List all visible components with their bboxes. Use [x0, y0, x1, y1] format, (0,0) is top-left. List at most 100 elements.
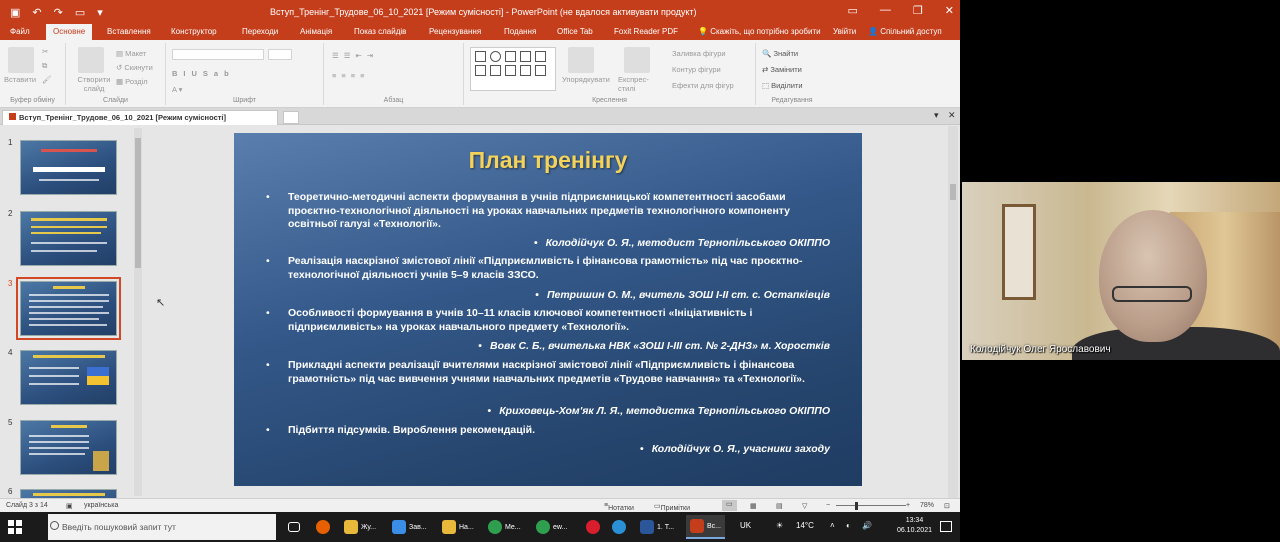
tab-foxit-reader[interactable]: Foxit Reader PDF: [614, 27, 678, 36]
triangle-shape-icon[interactable]: [475, 65, 486, 76]
taskbar-app[interactable]: [316, 515, 333, 539]
slide-thumbnail[interactable]: [20, 420, 117, 475]
slide-sorter-icon[interactable]: ▦: [750, 502, 757, 510]
font-color-icon[interactable]: A ▾: [172, 85, 182, 94]
undo-icon[interactable]: ↶: [32, 6, 41, 19]
windows-start-icon[interactable]: [8, 520, 22, 534]
taskbar-app[interactable]: 1. Т...: [640, 515, 674, 539]
maximize-icon[interactable]: ❐: [913, 4, 923, 17]
ribbon-display-icon[interactable]: ▭: [848, 4, 858, 17]
network-icon[interactable]: ◐: [846, 521, 851, 530]
oval-shape-icon[interactable]: [490, 51, 501, 62]
tab-list-icon[interactable]: ▾: [934, 110, 939, 121]
tray-expand-icon[interactable]: ˄: [830, 521, 835, 530]
weather-icon[interactable]: ☀: [776, 521, 783, 530]
taskbar-app[interactable]: ew...: [536, 515, 567, 539]
tab-close-icon[interactable]: ✕: [948, 110, 956, 121]
curve-shape-icon[interactable]: [535, 65, 546, 76]
edit-scrollbar-thumb[interactable]: [950, 184, 956, 200]
shape-outline-button[interactable]: Контур фігури: [672, 65, 721, 74]
quick-styles-button[interactable]: Експрес-стилі: [618, 75, 658, 93]
paste-icon[interactable]: [8, 47, 34, 73]
arrange-button[interactable]: Упорядкувати: [562, 75, 610, 84]
brace-shape-icon[interactable]: [520, 65, 531, 76]
taskbar-app[interactable]: Зав...: [392, 515, 427, 539]
weather-temperature[interactable]: 14°C: [796, 521, 814, 530]
tab-review[interactable]: Рецензування: [429, 27, 481, 36]
tab-insert[interactable]: Вставлення: [107, 27, 151, 36]
format-painter-icon[interactable]: 🖌: [42, 75, 52, 84]
reset-button[interactable]: ↺ Скинути: [116, 63, 153, 72]
sign-in-link[interactable]: Увійти: [833, 27, 856, 36]
document-tab[interactable]: Вступ_Тренінг_Трудове_06_10_2021 [Режим …: [2, 110, 278, 125]
reading-view-icon[interactable]: ▤: [776, 502, 783, 510]
slideshow-icon[interactable]: ▭: [75, 6, 85, 19]
slide-thumbnail-selected[interactable]: [16, 277, 121, 340]
tab-transitions[interactable]: Переходи: [242, 27, 278, 36]
tab-home[interactable]: Основне: [46, 24, 93, 40]
section-button[interactable]: ▦ Розділ: [116, 77, 148, 86]
arrange-icon[interactable]: [568, 47, 594, 73]
shape-fill-button[interactable]: Заливка фігури: [672, 49, 726, 58]
taskbar-app-active[interactable]: Вс...: [686, 515, 726, 539]
tell-me-search[interactable]: 💡 Скажіть, що потрібно зробити: [698, 27, 821, 36]
zoom-in-icon[interactable]: +: [906, 502, 910, 509]
taskbar-clock[interactable]: 13:34 06.10.2021: [897, 516, 932, 536]
line-shape-icon[interactable]: [535, 51, 546, 62]
slide-thumbnail[interactable]: [20, 489, 117, 498]
minimize-icon[interactable]: —: [880, 4, 891, 17]
taskbar-app[interactable]: Ме...: [488, 515, 521, 539]
tab-view[interactable]: Подання: [504, 27, 536, 36]
taskbar-app[interactable]: [612, 515, 629, 539]
slide-thumbnail[interactable]: [20, 140, 117, 195]
zoom-slider[interactable]: [836, 505, 906, 506]
tab-design[interactable]: Конструктор: [171, 27, 217, 36]
new-slide-button[interactable]: Створити слайд: [72, 75, 116, 93]
callout-shape-icon[interactable]: [505, 65, 516, 76]
taskbar-search-box[interactable]: Введіть пошуковий запит тут: [48, 514, 276, 540]
new-slide-icon[interactable]: [78, 47, 104, 73]
zoom-out-icon[interactable]: −: [826, 502, 830, 509]
current-slide[interactable]: План тренінгу • Теоретично-методичні асп…: [234, 133, 862, 486]
share-button[interactable]: 👤 Спільний доступ: [868, 27, 942, 36]
shapes-gallery[interactable]: [470, 47, 556, 91]
slideshow-view-icon[interactable]: ▽: [802, 502, 807, 510]
star-shape-icon[interactable]: [490, 65, 501, 76]
redo-icon[interactable]: ↷: [54, 6, 63, 19]
zoom-slider-thumb[interactable]: [855, 502, 858, 510]
notifications-icon[interactable]: [940, 521, 952, 532]
copy-icon[interactable]: ⧉: [42, 61, 47, 71]
fit-slide-icon[interactable]: ⊡: [944, 502, 950, 510]
font-format-buttons[interactable]: BIUSab: [172, 69, 235, 78]
save-icon[interactable]: ▣: [10, 6, 20, 19]
tab-office-tab[interactable]: Office Tab: [557, 27, 593, 36]
rectangle-shape-icon[interactable]: [475, 51, 486, 62]
edit-scrollbar[interactable]: [948, 126, 958, 498]
slide-thumbnail[interactable]: [20, 350, 117, 405]
layout-button[interactable]: ▤ Макет: [116, 49, 146, 58]
taskbar-app[interactable]: Жу...: [344, 515, 376, 539]
thumbnail-scrollbar[interactable]: [134, 128, 142, 496]
language-indicator[interactable]: українська: [84, 502, 118, 509]
spellcheck-icon[interactable]: ▣: [66, 502, 73, 510]
arrow-shape-icon[interactable]: [520, 51, 531, 62]
volume-icon[interactable]: 🔊: [862, 521, 872, 530]
align-buttons[interactable]: ≡≡≡≡: [332, 71, 370, 80]
task-view-icon[interactable]: [288, 515, 300, 539]
tab-animations[interactable]: Анімація: [300, 27, 332, 36]
textbox-shape-icon[interactable]: [505, 51, 516, 62]
zoom-level[interactable]: 78%: [920, 502, 934, 509]
notes-button[interactable]: ≡ Нотатки: [604, 502, 634, 512]
font-name-select[interactable]: [172, 49, 264, 60]
new-document-tab-button[interactable]: [283, 111, 299, 124]
list-buttons[interactable]: ☰☰⇤⇥: [332, 51, 378, 60]
close-icon[interactable]: ✕: [945, 4, 954, 17]
shape-effects-button[interactable]: Ефекти для фігур: [672, 81, 734, 90]
tab-slideshow[interactable]: Показ слайдів: [354, 27, 406, 36]
quick-styles-icon[interactable]: [624, 47, 650, 73]
customize-toolbar-icon[interactable]: ▾: [97, 6, 103, 19]
find-button[interactable]: 🔍 Знайти: [762, 49, 798, 58]
font-size-select[interactable]: [268, 49, 292, 60]
taskbar-app[interactable]: На...: [442, 515, 474, 539]
thumbnail-scrollbar-thumb[interactable]: [135, 138, 141, 268]
